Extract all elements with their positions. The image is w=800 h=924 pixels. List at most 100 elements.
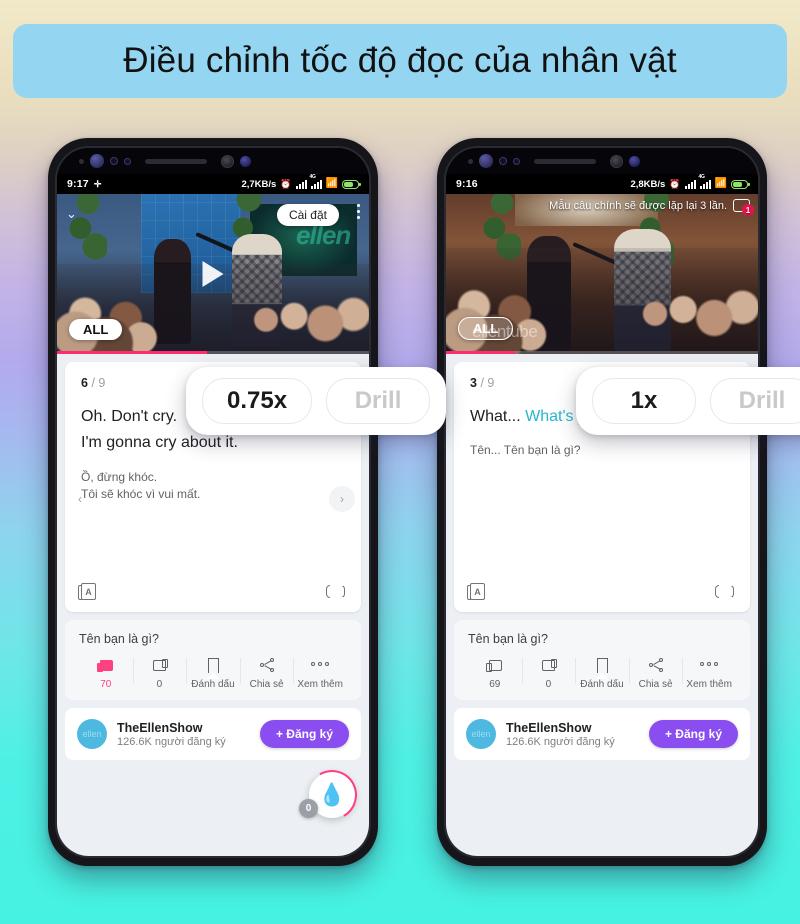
chevron-left-icon[interactable]: ‹	[67, 486, 93, 512]
more-label: Xem thêm	[686, 679, 732, 690]
alarm-icon: ⏰	[280, 178, 292, 189]
wifi-icon: 📶	[714, 178, 727, 189]
speed-control-card-left: 0.75x Drill	[186, 367, 447, 435]
bluetooth-icon: ✛	[93, 178, 102, 189]
bookmark-button[interactable]: Đánh dấu	[575, 656, 629, 690]
dictionary-icon[interactable]: A	[467, 583, 485, 600]
play-icon[interactable]	[202, 261, 224, 287]
sensor-dot-icon	[110, 157, 118, 165]
sensor-dot-icon	[513, 157, 520, 165]
subtitle-vietnamese-line: Tôi sẽ khóc vì vui mất.	[81, 487, 201, 502]
subtitle-total: 9	[487, 376, 495, 390]
drill-button[interactable]: Drill	[326, 378, 431, 424]
thumb-down-icon	[539, 656, 557, 674]
video-title: Tên bạn là gì?	[79, 632, 159, 646]
subtitle-index: 3	[470, 376, 477, 390]
subtitle-total: 9	[98, 376, 106, 390]
earpiece-speaker-icon	[534, 158, 596, 164]
alarm-icon: ⏰	[669, 178, 681, 189]
caption-all-badge[interactable]: ALL	[458, 317, 514, 340]
front-camera-icon	[90, 154, 104, 168]
phone-mockup-left: 9:17 ✛ 2,7KB/s ⏰ 📶 ellen	[48, 138, 378, 866]
share-button[interactable]: Chia sẻ	[239, 656, 294, 690]
share-icon	[647, 656, 665, 674]
bookmark-button[interactable]: Đánh dấu	[186, 656, 240, 690]
dislike-button[interactable]: 0	[132, 656, 187, 690]
bookmark-icon	[204, 656, 222, 679]
repeat-badge-icon	[733, 199, 754, 216]
channel-row-right[interactable]: ellen TheEllenShow 126.6K người đăng ký …	[454, 708, 750, 760]
channel-subscribers: 126.6K người đăng ký	[506, 735, 615, 748]
signal-icon	[684, 179, 696, 189]
camera-lens-icon	[221, 154, 234, 168]
dictionary-icon[interactable]: A	[78, 583, 96, 600]
more-horizontal-icon	[700, 656, 719, 674]
share-button[interactable]: Chia sẻ	[628, 656, 683, 690]
video-player-right[interactable]: Mẫu câu chính sẽ được lặp lại 3 lần. ell…	[446, 194, 758, 354]
subtitle-separator: /	[91, 376, 95, 390]
action-bar: 69 0 Đánh dấu Chia sẻ Xem thêm	[468, 656, 736, 690]
repeat-icon[interactable]	[715, 583, 734, 600]
signal-4g-icon	[699, 174, 711, 189]
more-vertical-icon[interactable]	[357, 204, 360, 219]
playback-speed-button[interactable]: 1x	[592, 378, 696, 424]
drill-button[interactable]: Drill	[710, 378, 800, 424]
subtitle-index: 6	[81, 376, 88, 390]
header-banner: Điều chỉnh tốc độ đọc của nhân vật	[13, 24, 787, 98]
repeat-icon[interactable]	[326, 583, 345, 600]
avatar: ellen	[77, 719, 107, 749]
more-button[interactable]: Xem thêm	[293, 656, 347, 690]
avatar: ellen	[466, 719, 496, 749]
camera-lens-icon	[240, 155, 251, 167]
bookmark-label: Đánh dấu	[191, 679, 235, 690]
streak-fab-wrap[interactable]: 💧 0	[299, 764, 363, 826]
video-progress-bar[interactable]	[446, 351, 758, 354]
status-bar-left: 9:17 ✛ 2,7KB/s ⏰ 📶	[57, 174, 369, 194]
share-label: Chia sẻ	[249, 679, 284, 690]
dislike-count: 0	[545, 679, 552, 690]
sensor-dot-icon	[79, 158, 84, 164]
phone-screen-left: 9:17 ✛ 2,7KB/s ⏰ 📶 ellen	[55, 146, 371, 858]
channel-row-left[interactable]: ellen TheEllenShow 126.6K người đăng ký …	[65, 708, 361, 760]
channel-name: TheEllenShow	[506, 720, 592, 735]
like-button[interactable]: 70	[79, 656, 133, 690]
toast-message: Mẫu câu chính sẽ được lặp lại 3 lần.	[446, 196, 758, 216]
camera-lens-icon	[629, 155, 640, 167]
phone-mockup-right: 9:16 2,8KB/s ⏰ 📶	[437, 138, 767, 866]
channel-subscribers: 126.6K người đăng ký	[117, 735, 226, 748]
thumb-up-icon	[486, 656, 504, 674]
sensor-dot-icon	[468, 158, 473, 164]
speed-control-card-right: 1x Drill	[576, 367, 800, 435]
phone-bezel-right	[446, 148, 758, 174]
more-button[interactable]: Xem thêm	[682, 656, 736, 690]
sensor-dot-icon	[499, 157, 507, 165]
playback-speed-button[interactable]: 0.75x	[202, 378, 313, 424]
like-count: 70	[100, 679, 112, 690]
battery-charging-icon	[731, 179, 750, 189]
subtitle-english-line: What...	[470, 408, 526, 425]
caption-all-badge[interactable]: ALL	[69, 319, 123, 340]
status-time: 9:16	[456, 178, 478, 190]
thumb-up-icon	[97, 656, 115, 674]
subscribe-button[interactable]: + Đăng ký	[648, 720, 738, 748]
phone-screen-right: 9:16 2,8KB/s ⏰ 📶	[444, 146, 760, 858]
more-horizontal-icon	[311, 656, 330, 674]
network-speed-text: 2,7KB/s	[241, 178, 277, 190]
dislike-button[interactable]: 0	[521, 656, 576, 690]
signal-icon	[295, 179, 307, 189]
video-progress-bar[interactable]	[57, 351, 369, 354]
chevron-right-icon[interactable]: ›	[329, 486, 355, 512]
streak-count-badge: 0	[299, 799, 318, 818]
signal-4g-icon	[310, 174, 322, 189]
dislike-count: 0	[156, 679, 163, 690]
more-label: Xem thêm	[297, 679, 343, 690]
wifi-icon: 📶	[325, 178, 338, 189]
chevron-down-icon[interactable]: ⌄	[66, 206, 77, 222]
phone-bezel-left	[57, 148, 369, 174]
video-player-left[interactable]: ellen ⌄ Cài đặt ALL	[57, 194, 369, 354]
video-title: Tên bạn là gì?	[468, 632, 548, 646]
like-button[interactable]: 69	[468, 656, 522, 690]
battery-charging-icon	[342, 179, 361, 189]
settings-button[interactable]: Cài đặt	[276, 204, 339, 226]
subscribe-button[interactable]: + Đăng ký	[259, 720, 349, 748]
